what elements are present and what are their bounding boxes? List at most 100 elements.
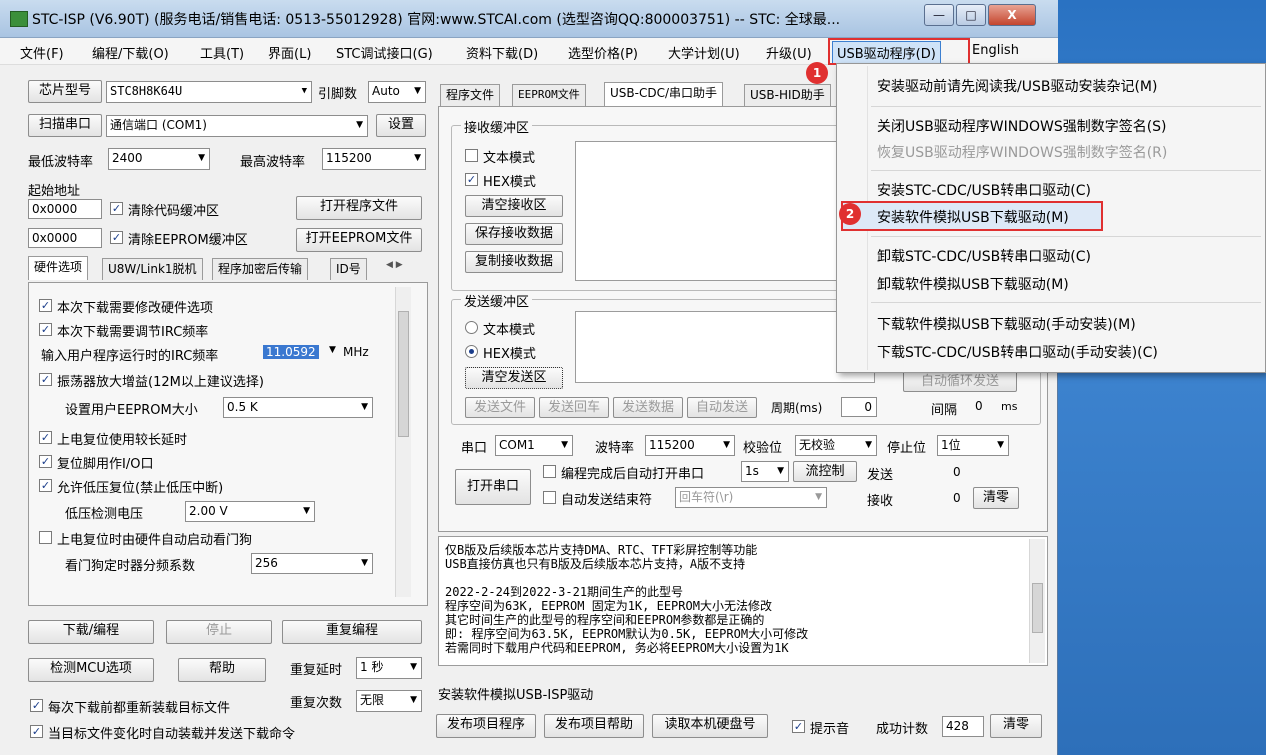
tab-id[interactable]: ID号 — [330, 258, 367, 280]
wdt-divider-select[interactable]: 256 ▼ — [251, 553, 373, 574]
min-baud-select[interactable]: 2400 ▼ — [108, 148, 210, 170]
auto-loop-send-button[interactable]: 自动循环发送 — [903, 371, 1017, 392]
option-adjust-irc-checkbox[interactable]: ✓ — [39, 323, 52, 336]
tab-usb-hid[interactable]: USB-HID助手 — [744, 84, 831, 106]
read-disk-id-button[interactable]: 读取本机硬盘号 — [652, 714, 768, 738]
option-reset-io-checkbox[interactable]: ✓ — [39, 455, 52, 468]
end-char-select[interactable]: 回车符(\r) ▼ — [675, 487, 827, 508]
send-file-button[interactable]: 发送文件 — [465, 397, 535, 418]
auto-send-checkbox[interactable]: ✓ — [30, 725, 43, 738]
publish-help-button[interactable]: 发布项目帮助 — [544, 714, 644, 738]
scroll-thumb[interactable] — [1032, 583, 1043, 633]
maximize-button[interactable]: □ — [956, 4, 986, 26]
clear-eeprom-checkbox[interactable]: ✓ — [110, 231, 123, 244]
repeat-delay-select[interactable]: 1 秒 ▼ — [356, 657, 422, 679]
chip-model-select[interactable]: STC8H8K64U ▼ — [106, 81, 312, 103]
options-scrollbar[interactable] — [395, 287, 411, 597]
clear-count-button[interactable]: 清零 — [973, 487, 1019, 509]
menu-item-download-usb-manual[interactable]: 下载软件模拟USB下载驱动(手动安装)(M) — [877, 314, 1136, 334]
chip-model-button[interactable]: 芯片型号 — [28, 80, 102, 103]
chevron-down-icon[interactable]: ▼ — [329, 345, 336, 355]
option-low-voltage-checkbox[interactable]: ✓ — [39, 479, 52, 492]
download-program-button[interactable]: 下载/编程 — [28, 620, 154, 644]
open-program-button[interactable]: 打开程序文件 — [296, 196, 422, 220]
menu-interface[interactable]: 界面(L) — [268, 43, 311, 62]
option-modify-hw-checkbox[interactable]: ✓ — [39, 299, 52, 312]
menu-item-uninstall-usb-download[interactable]: 卸载软件模拟USB下载驱动(M) — [877, 274, 1069, 294]
open-eeprom-button[interactable]: 打开EEPROM文件 — [296, 228, 422, 252]
send-cr-button[interactable]: 发送回车 — [539, 397, 609, 418]
send-text-area[interactable] — [575, 311, 875, 383]
menu-item-download-cdc-manual[interactable]: 下载STC-CDC/USB转串口驱动(手动安装)(C) — [877, 342, 1158, 362]
beep-checkbox[interactable]: ✓ — [792, 720, 805, 733]
menu-file[interactable]: 文件(F) — [20, 43, 64, 62]
menu-item-install-usb-download[interactable]: 安装软件模拟USB下载驱动(M) — [877, 207, 1069, 227]
menu-tools[interactable]: 工具(T) — [200, 43, 244, 62]
option-long-delay-checkbox[interactable]: ✓ — [39, 431, 52, 444]
clear-success-button[interactable]: 清零 — [990, 714, 1042, 738]
eeprom-size-select[interactable]: 0.5 K ▼ — [223, 397, 373, 418]
serial-port-select[interactable]: COM1 ▼ — [495, 435, 573, 456]
code-address-input[interactable]: 0x0000 — [28, 199, 102, 219]
clear-send-button[interactable]: 清空发送区 — [465, 367, 563, 389]
clear-receive-button[interactable]: 清空接收区 — [465, 195, 563, 217]
menu-item-restore-signature[interactable]: 恢复USB驱动程序WINDOWS强制数字签名(R) — [877, 142, 1167, 162]
menu-item-disable-signature[interactable]: 关闭USB驱动程序WINDOWS强制数字签名(S) — [877, 116, 1167, 136]
auto-send-button[interactable]: 自动发送 — [687, 397, 757, 418]
max-baud-select[interactable]: 115200 ▼ — [322, 148, 426, 170]
parity-select[interactable]: 无校验 ▼ — [795, 435, 877, 456]
irc-frequency-input[interactable]: 11.0592 — [263, 345, 319, 359]
menu-university[interactable]: 大学计划(U) — [668, 43, 740, 62]
auto-open-checkbox[interactable] — [543, 465, 556, 478]
scan-port-button[interactable]: 扫描串口 — [28, 114, 102, 137]
menu-item-install-cdc[interactable]: 安装STC-CDC/USB转串口驱动(C) — [877, 180, 1091, 200]
menu-upgrade[interactable]: 升级(U) — [766, 43, 812, 62]
stop-button[interactable]: 停止 — [166, 620, 272, 644]
info-text-area[interactable]: 仅B版及后续版本芯片支持DMA、RTC、TFT彩屏控制等功能 USB直接仿真也只… — [438, 536, 1048, 666]
menu-program[interactable]: 编程/下载(O) — [92, 43, 169, 62]
tab-scroll-arrows[interactable]: ◀ ▶ — [386, 260, 403, 270]
send-hex-mode-radio[interactable] — [465, 345, 478, 358]
copy-receive-button[interactable]: 复制接收数据 — [465, 251, 563, 273]
publish-program-button[interactable]: 发布项目程序 — [436, 714, 536, 738]
option-watchdog-checkbox[interactable] — [39, 531, 52, 544]
info-scrollbar[interactable] — [1029, 539, 1045, 663]
baud-rate-select[interactable]: 115200 ▼ — [645, 435, 735, 456]
tab-program-file[interactable]: 程序文件 — [440, 84, 501, 106]
send-text-mode-radio[interactable] — [465, 321, 478, 334]
flow-control-button[interactable]: 流控制 — [793, 461, 857, 482]
reload-each-checkbox[interactable]: ✓ — [30, 699, 43, 712]
comm-port-select[interactable]: 通信端口 (COM1) ▼ — [106, 115, 368, 137]
low-voltage-select[interactable]: 2.00 V ▼ — [185, 501, 315, 522]
scroll-thumb[interactable] — [398, 311, 409, 437]
tab-usb-cdc[interactable]: USB-CDC/串口助手 — [604, 82, 724, 106]
reprogram-button[interactable]: 重复编程 — [282, 620, 422, 644]
help-button[interactable]: 帮助 — [178, 658, 266, 682]
pin-count-select[interactable]: Auto ▼ — [368, 81, 426, 103]
open-delay-select[interactable]: 1s ▼ — [741, 461, 789, 482]
period-input[interactable]: 0 — [841, 397, 877, 417]
tab-eeprom-file[interactable]: EEPROM文件 — [512, 84, 586, 106]
minimize-button[interactable]: — — [924, 4, 954, 26]
open-serial-button[interactable]: 打开串口 — [455, 469, 531, 505]
tab-hardware[interactable]: 硬件选项 — [28, 256, 89, 280]
auto-end-checkbox[interactable] — [543, 491, 556, 504]
interval-value[interactable]: 0 — [975, 399, 983, 413]
menu-pricing[interactable]: 选型价格(P) — [568, 43, 638, 62]
repeat-count-select[interactable]: 无限 ▼ — [356, 690, 422, 712]
menu-item-uninstall-cdc[interactable]: 卸载STC-CDC/USB转串口驱动(C) — [877, 246, 1091, 266]
tab-offline[interactable]: U8W/Link1脱机 — [102, 258, 203, 280]
settings-button[interactable]: 设置 — [376, 114, 426, 137]
menu-debug[interactable]: STC调试接口(G) — [336, 43, 433, 62]
menu-docs[interactable]: 资料下载(D) — [466, 43, 538, 62]
menu-english[interactable]: English — [972, 43, 1019, 58]
close-button[interactable]: X — [988, 4, 1036, 26]
eeprom-address-input[interactable]: 0x0000 — [28, 228, 102, 248]
stop-bits-select[interactable]: 1位 ▼ — [937, 435, 1009, 456]
menu-item-read-first[interactable]: 安装驱动前请先阅读我/USB驱动安装杂记(M) — [877, 76, 1157, 96]
clear-code-checkbox[interactable]: ✓ — [110, 202, 123, 215]
recv-text-mode-checkbox[interactable] — [465, 149, 478, 162]
tab-encrypt[interactable]: 程序加密后传输 — [212, 258, 309, 280]
option-gain-checkbox[interactable]: ✓ — [39, 373, 52, 386]
detect-mcu-button[interactable]: 检测MCU选项 — [28, 658, 154, 682]
